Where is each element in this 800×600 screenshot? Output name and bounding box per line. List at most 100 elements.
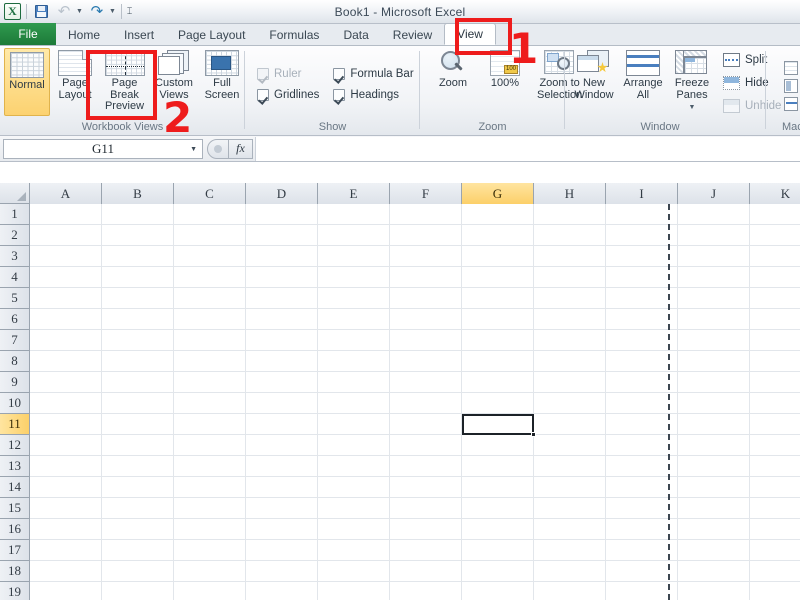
row-header-19[interactable]: 19 [0, 582, 30, 600]
cell-J1[interactable] [678, 204, 750, 225]
insert-function-icon[interactable]: fx [229, 138, 253, 159]
cell-H11[interactable] [534, 414, 606, 435]
cell-B16[interactable] [102, 519, 174, 540]
cell-A12[interactable] [30, 435, 102, 456]
cell-G16[interactable] [462, 519, 534, 540]
formula-bar-toggle[interactable] [207, 138, 229, 159]
cell-K12[interactable] [750, 435, 800, 456]
cell-J17[interactable] [678, 540, 750, 561]
gridlines-checkbox[interactable]: Gridlines [257, 88, 319, 101]
cell-E12[interactable] [318, 435, 390, 456]
cell-C13[interactable] [174, 456, 246, 477]
cell-B10[interactable] [102, 393, 174, 414]
cell-F19[interactable] [390, 582, 462, 600]
cell-B18[interactable] [102, 561, 174, 582]
column-header-E[interactable]: E [318, 183, 390, 204]
cell-A6[interactable] [30, 309, 102, 330]
formula-bar-checkbox[interactable]: Formula Bar [333, 67, 414, 80]
ruler-checkbox[interactable]: Ruler [257, 67, 319, 80]
cell-G17[interactable] [462, 540, 534, 561]
row-header-14[interactable]: 14 [0, 477, 30, 498]
cell-A17[interactable] [30, 540, 102, 561]
cell-A19[interactable] [30, 582, 102, 600]
cell-G8[interactable] [462, 351, 534, 372]
cell-C3[interactable] [174, 246, 246, 267]
cell-F10[interactable] [390, 393, 462, 414]
cell-G1[interactable] [462, 204, 534, 225]
cell-D3[interactable] [246, 246, 318, 267]
cell-C17[interactable] [174, 540, 246, 561]
row-header-18[interactable]: 18 [0, 561, 30, 582]
unhide-button[interactable]: Unhide [723, 96, 781, 116]
cell-H13[interactable] [534, 456, 606, 477]
row-header-15[interactable]: 15 [0, 498, 30, 519]
cell-H15[interactable] [534, 498, 606, 519]
cell-G7[interactable] [462, 330, 534, 351]
cell-H8[interactable] [534, 351, 606, 372]
column-header-I[interactable]: I [606, 183, 678, 204]
column-header-J[interactable]: J [678, 183, 750, 204]
cell-E1[interactable] [318, 204, 390, 225]
cell-G9[interactable] [462, 372, 534, 393]
cell-J19[interactable] [678, 582, 750, 600]
cell-C2[interactable] [174, 225, 246, 246]
cell-F1[interactable] [390, 204, 462, 225]
row-header-9[interactable]: 9 [0, 372, 30, 393]
cell-E17[interactable] [318, 540, 390, 561]
cell-A4[interactable] [30, 267, 102, 288]
cell-B11[interactable] [102, 414, 174, 435]
column-header-A[interactable]: A [30, 183, 102, 204]
cell-K16[interactable] [750, 519, 800, 540]
cell-B7[interactable] [102, 330, 174, 351]
cell-G4[interactable] [462, 267, 534, 288]
row-header-16[interactable]: 16 [0, 519, 30, 540]
macro-window-icon[interactable] [784, 61, 798, 75]
cell-G15[interactable] [462, 498, 534, 519]
cell-D5[interactable] [246, 288, 318, 309]
cell-H2[interactable] [534, 225, 606, 246]
cell-F6[interactable] [390, 309, 462, 330]
cell-C18[interactable] [174, 561, 246, 582]
cell-D1[interactable] [246, 204, 318, 225]
cell-C10[interactable] [174, 393, 246, 414]
cell-B6[interactable] [102, 309, 174, 330]
cell-H12[interactable] [534, 435, 606, 456]
cell-E9[interactable] [318, 372, 390, 393]
cell-A18[interactable] [30, 561, 102, 582]
cell-K14[interactable] [750, 477, 800, 498]
column-header-G[interactable]: G [462, 183, 534, 204]
cell-K17[interactable] [750, 540, 800, 561]
cell-A7[interactable] [30, 330, 102, 351]
cell-G19[interactable] [462, 582, 534, 600]
row-header-6[interactable]: 6 [0, 309, 30, 330]
cell-J3[interactable] [678, 246, 750, 267]
cell-D4[interactable] [246, 267, 318, 288]
cell-J7[interactable] [678, 330, 750, 351]
cell-F18[interactable] [390, 561, 462, 582]
cell-D13[interactable] [246, 456, 318, 477]
cell-K5[interactable] [750, 288, 800, 309]
cell-K18[interactable] [750, 561, 800, 582]
cell-F13[interactable] [390, 456, 462, 477]
cell-E8[interactable] [318, 351, 390, 372]
cell-C8[interactable] [174, 351, 246, 372]
cell-H3[interactable] [534, 246, 606, 267]
cell-A14[interactable] [30, 477, 102, 498]
cell-E14[interactable] [318, 477, 390, 498]
cell-H6[interactable] [534, 309, 606, 330]
cell-B14[interactable] [102, 477, 174, 498]
cell-C7[interactable] [174, 330, 246, 351]
cell-K19[interactable] [750, 582, 800, 600]
fill-handle[interactable] [531, 432, 536, 437]
cell-C19[interactable] [174, 582, 246, 600]
column-header-F[interactable]: F [390, 183, 462, 204]
cell-D19[interactable] [246, 582, 318, 600]
column-header-K[interactable]: K [750, 183, 800, 204]
row-header-13[interactable]: 13 [0, 456, 30, 477]
row-header-5[interactable]: 5 [0, 288, 30, 309]
cell-C6[interactable] [174, 309, 246, 330]
cell-E13[interactable] [318, 456, 390, 477]
tab-home[interactable]: Home [56, 24, 112, 45]
cell-D14[interactable] [246, 477, 318, 498]
row-header-4[interactable]: 4 [0, 267, 30, 288]
